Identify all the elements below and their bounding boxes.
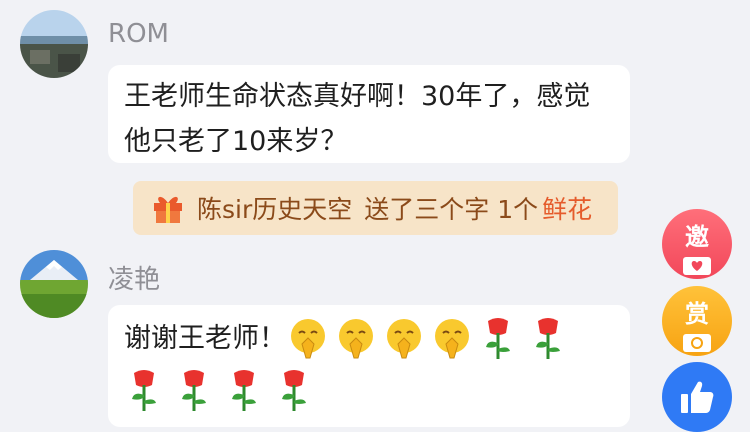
reward-button[interactable]: 赏 — [662, 286, 732, 356]
gift-sender[interactable]: 陈sir历史天空 — [197, 190, 352, 226]
reward-label: 赏 — [685, 300, 709, 328]
coin-icon — [683, 334, 711, 352]
comment-text-line-1: 王老师生命状态真好啊！30年了，感觉 — [124, 81, 591, 112]
praying-emoji-icon — [291, 319, 325, 359]
comment-line-2 — [124, 367, 630, 413]
rose-icon — [232, 370, 256, 411]
username-rom: ROM — [108, 19, 169, 49]
gift-icon — [154, 196, 182, 223]
praying-emoji-icon — [435, 319, 469, 359]
gift-action: 送了三个字 1个 — [364, 195, 539, 224]
comment-text-line-2: 他只老了10来岁？ — [124, 126, 348, 157]
comment-line-1: 谢谢王老师！ — [124, 315, 630, 361]
gift-item: 鲜花 — [542, 195, 593, 224]
praying-emoji-icon — [387, 319, 421, 359]
comment-bubble-rom: 王老师生命状态真好啊！30年了，感觉 他只老了10来岁？ — [108, 65, 630, 163]
comment-bubble-lingyan: 谢谢王老师！ — [108, 305, 630, 427]
like-button[interactable] — [662, 362, 732, 432]
invite-label: 邀 — [685, 223, 709, 251]
heart-icon — [683, 257, 711, 275]
rose-icon — [536, 318, 560, 359]
invite-button[interactable]: 邀 — [662, 209, 732, 279]
thumbs-up-icon — [681, 381, 714, 413]
gift-notification: 陈sir历史天空 送了三个字 1个 鲜花 — [133, 181, 618, 235]
avatar-rom[interactable] — [20, 10, 88, 78]
rose-icon — [182, 370, 206, 411]
praying-emoji-icon — [339, 319, 373, 359]
avatar-lingyan[interactable] — [20, 250, 88, 318]
rose-icon — [282, 370, 306, 411]
rose-icon — [486, 318, 510, 359]
rose-icon — [132, 370, 156, 411]
username-lingyan: 凌艳 — [108, 265, 161, 295]
comment-text: 谢谢王老师！ — [124, 322, 286, 354]
